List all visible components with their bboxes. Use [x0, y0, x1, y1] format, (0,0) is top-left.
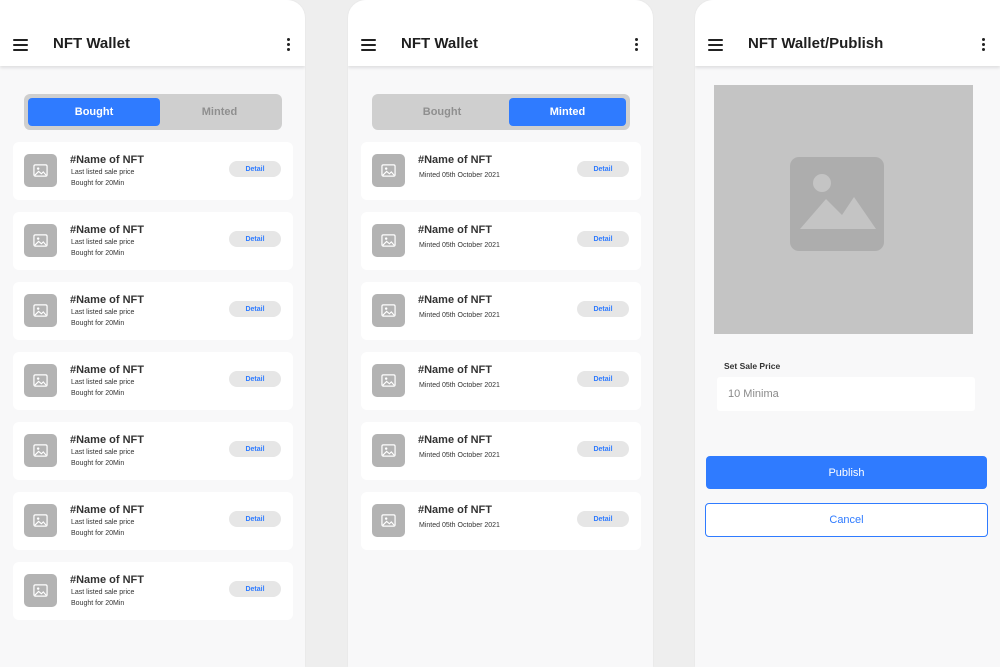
last-sale-label: Last listed sale price [71, 519, 135, 526]
image-placeholder-icon [372, 154, 405, 187]
nft-name: #Name of NFT [418, 154, 492, 166]
more-vertical-icon[interactable] [982, 38, 986, 52]
image-placeholder-icon [24, 364, 57, 397]
nft-list-item[interactable]: #Name of NFT Minted 05th October 2021 Deta… [361, 492, 641, 550]
page-title: NFT Wallet/Publish [748, 35, 884, 52]
detail-button[interactable]: Detail [577, 161, 629, 177]
nft-image-preview[interactable] [714, 85, 973, 334]
image-placeholder-icon [24, 154, 57, 187]
bought-price: Bought for 20Min [71, 320, 125, 327]
minted-date: Minted 05th October 2021 [419, 382, 500, 389]
last-sale-label: Last listed sale price [71, 239, 135, 246]
image-placeholder-icon [24, 504, 57, 537]
screen-publish: NFT Wallet/Publish Set Sale Price Publis… [695, 0, 1000, 667]
detail-button[interactable]: Detail [577, 231, 629, 247]
hamburger-menu-icon[interactable] [13, 39, 28, 51]
detail-button[interactable]: Detail [229, 161, 281, 177]
nft-name: #Name of NFT [70, 154, 144, 166]
tab-bought[interactable]: Bought [28, 98, 160, 126]
nft-name: #Name of NFT [418, 434, 492, 446]
nft-list-item[interactable]: #Name of NFT Last listed sale price Bought… [13, 142, 293, 200]
last-sale-label: Last listed sale price [71, 379, 135, 386]
hamburger-menu-icon[interactable] [708, 39, 723, 51]
image-placeholder-icon [372, 294, 405, 327]
bought-price: Bought for 20Min [71, 530, 125, 537]
sale-price-input[interactable] [717, 377, 975, 411]
tab-bought[interactable]: Bought [376, 98, 508, 126]
image-placeholder-icon [24, 574, 57, 607]
nft-list-item[interactable]: #Name of NFT Last listed sale price Bought… [13, 352, 293, 410]
nft-name: #Name of NFT [70, 364, 144, 376]
detail-button[interactable]: Detail [577, 441, 629, 457]
detail-button[interactable]: Detail [577, 371, 629, 387]
nft-list-item[interactable]: #Name of NFT Minted 05th October 2021 Deta… [361, 282, 641, 340]
detail-button[interactable]: Detail [229, 511, 281, 527]
hamburger-menu-icon[interactable] [361, 39, 376, 51]
minted-date: Minted 05th October 2021 [419, 172, 500, 179]
tab-toggle: Bought Minted [24, 94, 282, 130]
bought-price: Bought for 20Min [71, 390, 125, 397]
last-sale-label: Last listed sale price [71, 449, 135, 456]
cancel-button[interactable]: Cancel [705, 503, 988, 537]
last-sale-label: Last listed sale price [71, 589, 135, 596]
image-placeholder-icon [372, 504, 405, 537]
more-vertical-icon[interactable] [635, 38, 639, 52]
bought-price: Bought for 20Min [71, 600, 125, 607]
screen-minted: NFT Wallet Bought Minted #Name of NFT Min… [348, 0, 653, 667]
minted-date: Minted 05th October 2021 [419, 522, 500, 529]
nft-name: #Name of NFT [418, 224, 492, 236]
image-placeholder-icon [24, 294, 57, 327]
minted-date: Minted 05th October 2021 [419, 312, 500, 319]
image-placeholder-icon [372, 434, 405, 467]
bought-price: Bought for 20Min [71, 460, 125, 467]
detail-button[interactable]: Detail [229, 371, 281, 387]
page-title: NFT Wallet [53, 35, 130, 52]
nft-name: #Name of NFT [70, 224, 144, 236]
nft-name: #Name of NFT [70, 294, 144, 306]
nft-list-item[interactable]: #Name of NFT Minted 05th October 2021 Deta… [361, 142, 641, 200]
bought-price: Bought for 20Min [71, 250, 125, 257]
image-placeholder-icon [372, 224, 405, 257]
tab-toggle: Bought Minted [372, 94, 630, 130]
detail-button[interactable]: Detail [229, 581, 281, 597]
minted-date: Minted 05th October 2021 [419, 452, 500, 459]
app-bar: NFT Wallet/Publish [695, 0, 1000, 66]
app-bar: NFT Wallet [348, 0, 653, 66]
detail-button[interactable]: Detail [229, 441, 281, 457]
nft-name: #Name of NFT [418, 294, 492, 306]
nft-name: #Name of NFT [418, 504, 492, 516]
nft-list-item[interactable]: #Name of NFT Last listed sale price Bought… [13, 422, 293, 480]
publish-button[interactable]: Publish [706, 456, 987, 489]
tab-minted[interactable]: Minted [509, 98, 626, 126]
nft-name: #Name of NFT [418, 364, 492, 376]
nft-name: #Name of NFT [70, 434, 144, 446]
nft-list-item[interactable]: #Name of NFT Last listed sale price Bought… [13, 282, 293, 340]
nft-list-item[interactable]: #Name of NFT Last listed sale price Bought… [13, 212, 293, 270]
nft-name: #Name of NFT [70, 574, 144, 586]
detail-button[interactable]: Detail [577, 511, 629, 527]
more-vertical-icon[interactable] [287, 38, 291, 52]
last-sale-label: Last listed sale price [71, 169, 135, 176]
image-placeholder-icon [24, 224, 57, 257]
nft-name: #Name of NFT [70, 504, 144, 516]
detail-button[interactable]: Detail [577, 301, 629, 317]
page-title: NFT Wallet [401, 35, 478, 52]
minted-date: Minted 05th October 2021 [419, 242, 500, 249]
nft-list-item[interactable]: #Name of NFT Minted 05th October 2021 Deta… [361, 352, 641, 410]
screen-bought: NFT Wallet Bought Minted #Name of NFT Las… [0, 0, 305, 667]
image-placeholder-icon [372, 364, 405, 397]
image-placeholder-icon [24, 434, 57, 467]
nft-list-item[interactable]: #Name of NFT Minted 05th October 2021 Deta… [361, 212, 641, 270]
bought-price: Bought for 20Min [71, 180, 125, 187]
tab-minted[interactable]: Minted [161, 98, 278, 126]
nft-list-item[interactable]: #Name of NFT Minted 05th October 2021 Deta… [361, 422, 641, 480]
sale-price-label: Set Sale Price [724, 361, 781, 371]
detail-button[interactable]: Detail [229, 231, 281, 247]
app-bar: NFT Wallet [0, 0, 305, 66]
nft-list-item[interactable]: #Name of NFT Last listed sale price Bought… [13, 492, 293, 550]
nft-list-item[interactable]: #Name of NFT Last listed sale price Bought… [13, 562, 293, 620]
detail-button[interactable]: Detail [229, 301, 281, 317]
image-placeholder-icon [790, 157, 884, 251]
last-sale-label: Last listed sale price [71, 309, 135, 316]
